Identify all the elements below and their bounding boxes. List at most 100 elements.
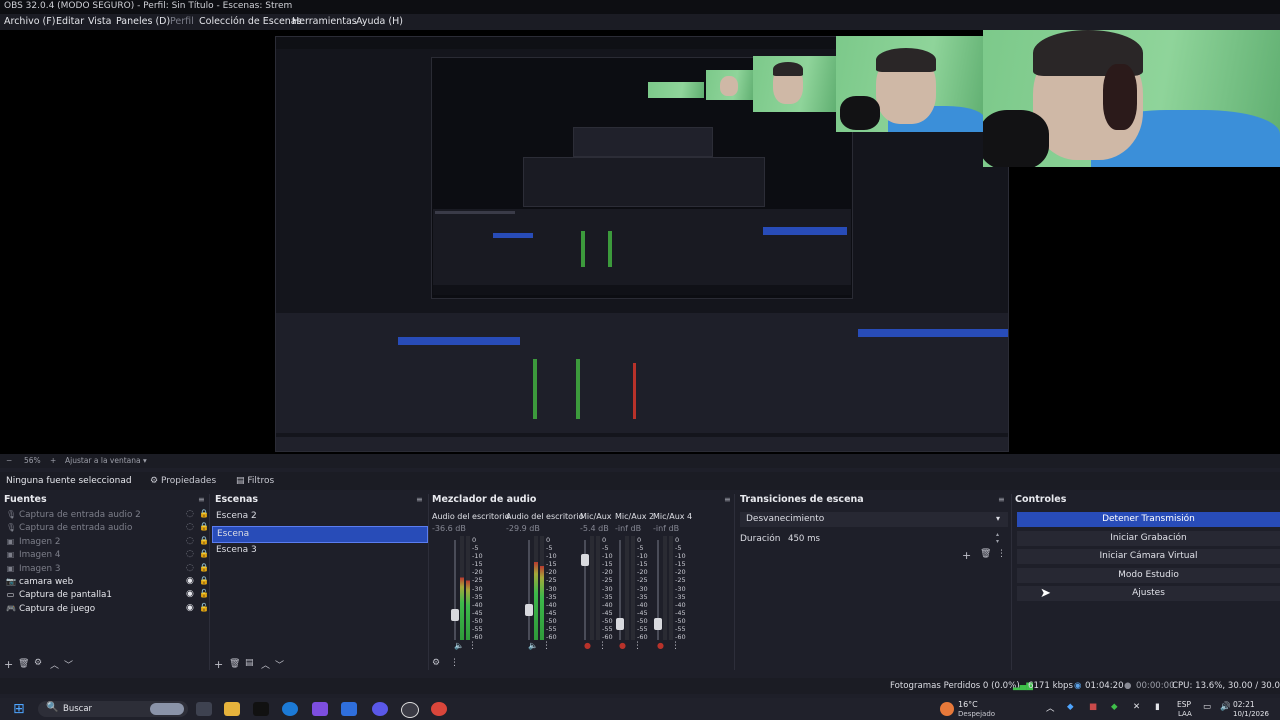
spin-down-icon[interactable]: ▾ bbox=[996, 538, 999, 545]
menu-editar[interactable]: Editar bbox=[56, 16, 84, 27]
chevron-down-icon[interactable]: ▾ bbox=[143, 456, 147, 465]
network-icon[interactable]: ▭ bbox=[1203, 702, 1211, 712]
scene-item[interactable]: Escena 3 bbox=[212, 543, 426, 558]
trash-icon[interactable]: 🗑 bbox=[229, 659, 240, 669]
menu-coleccion-escenas[interactable]: Colección de Escenas bbox=[199, 16, 302, 27]
transition-select[interactable]: Desvanecimiento ▾ bbox=[740, 512, 1008, 527]
speaker-icon[interactable]: 🔈 bbox=[454, 641, 464, 650]
language-indicator[interactable]: ESP bbox=[1177, 700, 1191, 709]
menu-perfil[interactable]: Perfil bbox=[170, 16, 194, 27]
tiktok-icon[interactable] bbox=[253, 702, 269, 716]
source-item[interactable]: ▣ Imagen 2 ◌ 🔒 bbox=[4, 536, 209, 549]
move-up-icon[interactable]: ︿ bbox=[261, 658, 270, 671]
dock-menu-icon[interactable]: ≡ bbox=[724, 495, 731, 504]
source-item[interactable]: 🎙 Captura de entrada audio 2 ◌ 🔒 bbox=[4, 509, 209, 522]
store-icon[interactable] bbox=[341, 702, 357, 716]
filters-button[interactable]: ▤ Filtros bbox=[236, 476, 274, 486]
fader-handle[interactable] bbox=[616, 618, 624, 631]
trash-icon[interactable]: 🗑 bbox=[980, 549, 991, 559]
zoom-fit-select[interactable]: Ajustar a la ventana bbox=[65, 456, 141, 465]
duration-input[interactable]: 450 ms ▴ ▾ bbox=[782, 531, 1008, 546]
file-explorer-icon[interactable] bbox=[224, 702, 240, 716]
more-options-icon[interactable]: ⋮ bbox=[468, 641, 477, 651]
dock-menu-icon[interactable]: ≡ bbox=[198, 495, 205, 504]
lock-icon[interactable]: 🔒 bbox=[199, 536, 209, 545]
more-options-icon[interactable]: ⋮ bbox=[671, 641, 680, 651]
source-item[interactable]: 🎙 Captura de entrada audio ◌ 🔒 bbox=[4, 522, 209, 535]
start-recording-button[interactable]: Iniciar Grabación bbox=[1017, 530, 1280, 546]
obs-icon[interactable] bbox=[401, 702, 419, 718]
lock-icon[interactable]: 🔒 bbox=[199, 522, 209, 531]
add-scene-icon[interactable]: + bbox=[214, 658, 223, 671]
unlock-icon[interactable]: 🔓 bbox=[199, 603, 209, 612]
task-view-icon[interactable] bbox=[196, 702, 212, 716]
chevron-up-icon[interactable]: ︿ bbox=[1046, 702, 1055, 714]
volume-fader[interactable] bbox=[528, 540, 530, 640]
move-up-icon[interactable]: ︿ bbox=[50, 658, 59, 671]
edge-icon[interactable] bbox=[282, 702, 298, 716]
more-options-icon[interactable]: ⋮ bbox=[997, 549, 1006, 559]
tray-icon[interactable]: ◆ bbox=[1111, 702, 1118, 712]
eye-hidden-icon[interactable]: ◌ bbox=[186, 563, 194, 573]
discord-icon[interactable] bbox=[372, 702, 388, 716]
eye-hidden-icon[interactable]: ◌ bbox=[186, 522, 194, 532]
layout-indicator[interactable]: LAA bbox=[1178, 710, 1192, 718]
dock-menu-icon[interactable]: ≡ bbox=[416, 495, 423, 504]
unlock-icon[interactable]: 🔓 bbox=[199, 589, 209, 598]
tray-icon[interactable]: ■ bbox=[1089, 702, 1097, 712]
add-transition-icon[interactable]: + bbox=[962, 549, 971, 562]
dock-menu-icon[interactable]: ≡ bbox=[998, 495, 1005, 504]
volume-icon[interactable]: 🔊 bbox=[1220, 702, 1231, 712]
tray-icon[interactable]: ▮ bbox=[1155, 702, 1160, 712]
more-options-icon[interactable]: ⋮ bbox=[450, 658, 459, 668]
filter-icon[interactable]: ▤ bbox=[245, 658, 254, 668]
stop-streaming-button[interactable]: Detener Transmisión bbox=[1017, 512, 1280, 527]
studio-mode-button[interactable]: Modo Estudio bbox=[1017, 567, 1280, 583]
spin-up-icon[interactable]: ▴ bbox=[996, 531, 999, 538]
speaker-icon[interactable]: 🔈 bbox=[528, 641, 538, 650]
menu-vista[interactable]: Vista bbox=[88, 16, 111, 27]
clock-date[interactable]: 10/1/2026 bbox=[1233, 710, 1269, 718]
menu-ayuda[interactable]: Ayuda (H) bbox=[356, 16, 403, 27]
source-item[interactable]: ▭ Captura de pantalla1 ◉ 🔓 bbox=[4, 589, 209, 602]
taskbar-search[interactable]: 🔍 Buscar bbox=[38, 701, 188, 717]
more-options-icon[interactable]: ⋮ bbox=[598, 641, 607, 651]
mixer-settings-icon[interactable]: ⚙ bbox=[432, 658, 440, 668]
fader-handle[interactable] bbox=[654, 618, 662, 631]
lock-icon[interactable]: 🔒 bbox=[199, 576, 209, 585]
zoom-in-button[interactable]: + bbox=[50, 456, 56, 465]
eye-icon[interactable]: ◉ bbox=[186, 603, 194, 613]
lock-icon[interactable]: 🔒 bbox=[199, 509, 209, 518]
move-down-icon[interactable]: ﹀ bbox=[275, 658, 284, 671]
scene-item[interactable]: Escena bbox=[212, 526, 428, 543]
eye-hidden-icon[interactable]: ◌ bbox=[186, 549, 194, 559]
trash-icon[interactable]: 🗑 bbox=[18, 659, 29, 669]
source-item[interactable]: 📷 camara web ◉ 🔒 bbox=[4, 576, 209, 589]
eye-icon[interactable]: ◉ bbox=[186, 576, 194, 586]
tray-icon[interactable]: ◆ bbox=[1067, 702, 1074, 712]
lock-icon[interactable]: 🔒 bbox=[199, 549, 209, 558]
chrome-icon[interactable] bbox=[431, 702, 447, 716]
speaker-muted-icon[interactable]: ● bbox=[619, 641, 626, 650]
eye-icon[interactable]: ◉ bbox=[186, 589, 194, 599]
fader-handle[interactable] bbox=[451, 609, 459, 621]
fader-handle[interactable] bbox=[581, 553, 589, 566]
gear-icon[interactable]: ⚙ bbox=[34, 658, 42, 668]
properties-button[interactable]: ⚙ Propiedades bbox=[150, 476, 216, 486]
add-source-icon[interactable]: + bbox=[4, 658, 13, 671]
app-icon[interactable] bbox=[312, 702, 328, 716]
scene-item[interactable]: Escena 2 bbox=[212, 509, 426, 524]
windows-start-icon[interactable]: ⊞ bbox=[13, 702, 29, 716]
lock-icon[interactable]: 🔒 bbox=[199, 563, 209, 572]
source-item[interactable]: ▣ Imagen 3 ◌ 🔒 bbox=[4, 563, 209, 576]
eye-hidden-icon[interactable]: ◌ bbox=[186, 509, 194, 519]
tray-icon[interactable]: ✕ bbox=[1133, 702, 1140, 712]
menu-paneles[interactable]: Paneles (D) bbox=[116, 16, 170, 27]
more-options-icon[interactable]: ⋮ bbox=[633, 641, 642, 651]
speaker-muted-icon[interactable]: ● bbox=[584, 641, 591, 650]
start-virtual-camera-button[interactable]: Iniciar Cámara Virtual bbox=[1017, 549, 1280, 565]
source-item[interactable]: ▣ Imagen 4 ◌ 🔒 bbox=[4, 549, 209, 562]
menu-archivo[interactable]: Archivo (F) bbox=[4, 16, 55, 27]
source-item[interactable]: 🎮 Captura de juego ◉ 🔓 bbox=[4, 603, 209, 616]
eye-hidden-icon[interactable]: ◌ bbox=[186, 536, 194, 546]
